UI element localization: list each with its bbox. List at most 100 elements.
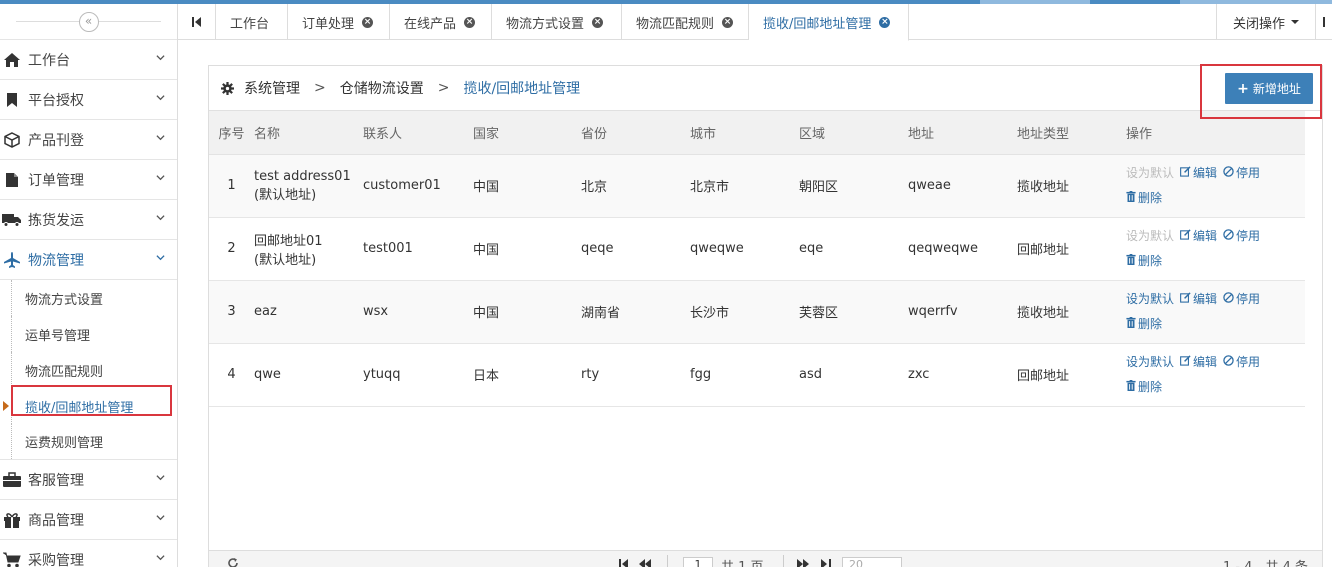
disable-link[interactable]: 停用 — [1223, 355, 1260, 369]
cell-name: qwe — [254, 343, 363, 407]
tab-shipping-methods[interactable]: 物流方式设置 × — [492, 4, 622, 40]
tab-close-icon[interactable]: × — [362, 16, 374, 28]
delete-link[interactable]: 删除 — [1126, 316, 1162, 331]
cell-contact: ytuqq — [363, 343, 473, 407]
cell-city: 长沙市 — [690, 280, 799, 344]
chevron-down-icon — [156, 475, 165, 481]
sidebar-item-goods[interactable]: 商品管理 — [0, 500, 177, 540]
default-address-tag: (默认地址) — [254, 187, 317, 203]
submenu-item-matching-rules[interactable]: 物流匹配规则 — [0, 352, 177, 388]
cell-address: wqerrfv — [908, 280, 1017, 344]
set-default-link[interactable]: 设为默认 — [1126, 292, 1174, 306]
close-operations-dropdown[interactable]: 关闭操作 — [1216, 4, 1316, 40]
chevron-down-icon — [156, 215, 165, 221]
col-header-province: 省份 — [581, 111, 690, 155]
cell-province: rty — [581, 343, 690, 407]
trash-icon — [1126, 312, 1136, 337]
page-size-select[interactable]: 20 — [842, 557, 902, 567]
submenu-item-freight-rules[interactable]: 运费规则管理 — [0, 424, 177, 460]
cell-name-text: qwe — [254, 367, 281, 382]
edit-link[interactable]: 编辑 — [1180, 166, 1217, 180]
trash-icon — [1126, 186, 1136, 211]
delete-link[interactable]: 删除 — [1126, 253, 1163, 268]
tab-workbench[interactable]: 工作台 — [216, 4, 288, 40]
tab-close-icon[interactable]: × — [722, 16, 734, 28]
disable-link[interactable]: 停用 — [1223, 166, 1260, 180]
sidebar-item-workbench[interactable]: 工作台 — [0, 40, 177, 80]
sidebar-item-label: 采购管理 — [28, 552, 84, 567]
bookmark-icon — [2, 91, 22, 109]
tab-order-processing[interactable]: 订单处理 × — [288, 4, 390, 40]
submenu-item-label: 物流方式设置 — [25, 292, 104, 308]
sidebar: « 工作台 平台授权 产品刊登 订单管理 拣货发运 物流管理 物流方式设置 运单… — [0, 4, 178, 567]
tab-scroll-left-button[interactable] — [178, 4, 216, 40]
breadcrumb-root[interactable]: 系统管理 — [244, 78, 300, 98]
tab-address-management[interactable]: 揽收/回邮地址管理 × — [749, 4, 909, 41]
pager-divider — [783, 555, 784, 567]
tab-close-icon[interactable]: × — [879, 16, 891, 28]
delete-link-label: 删除 — [1138, 253, 1163, 268]
chevron-down-icon — [156, 175, 165, 181]
tab-online-products[interactable]: 在线产品 × — [390, 4, 492, 40]
cell-city: 北京市 — [690, 154, 799, 218]
selected-marker-icon — [3, 401, 9, 411]
tab-close-icon[interactable]: × — [592, 16, 604, 28]
sidebar-item-label: 工作台 — [28, 52, 70, 69]
next-page-icon[interactable] — [797, 558, 809, 567]
prev-page-icon[interactable] — [639, 558, 651, 567]
page-number-input[interactable]: 1 — [683, 557, 713, 567]
sidebar-item-logistics[interactable]: 物流管理 — [0, 240, 177, 280]
sidebar-item-label: 平台授权 — [28, 92, 84, 109]
cell-contact: customer01 — [363, 154, 473, 218]
sidebar-item-product-listing[interactable]: 产品刊登 — [0, 120, 177, 160]
edit-link[interactable]: 编辑 — [1180, 229, 1217, 243]
sidebar-item-orders[interactable]: 订单管理 — [0, 160, 177, 200]
disable-link-label: 停用 — [1236, 228, 1261, 243]
breadcrumb-separator: > — [437, 80, 450, 96]
sidebar-item-picking-shipping[interactable]: 拣货发运 — [0, 200, 177, 240]
cell-contact: wsx — [363, 280, 473, 344]
tab-matching-rules[interactable]: 物流匹配规则 × — [622, 4, 749, 40]
tab-scroll-right-button[interactable] — [1316, 4, 1332, 40]
tab-label: 揽收/回邮地址管理 — [763, 16, 872, 32]
col-header-type: 地址类型 — [1017, 111, 1126, 155]
breadcrumb-current: 揽收/回邮地址管理 — [463, 81, 581, 97]
delete-link[interactable]: 删除 — [1126, 379, 1162, 394]
disable-link-label: 停用 — [1236, 165, 1261, 180]
col-header-name: 名称 — [254, 111, 363, 155]
step-backward-icon — [191, 17, 201, 27]
breadcrumb-mid[interactable]: 仓储物流设置 — [340, 78, 424, 98]
edit-link[interactable]: 编辑 — [1180, 292, 1217, 306]
refresh-icon[interactable] — [227, 557, 239, 567]
disable-link[interactable]: 停用 — [1223, 229, 1260, 243]
cell-district: 芙蓉区 — [799, 280, 908, 344]
edit-link[interactable]: 编辑 — [1180, 355, 1217, 369]
sidebar-item-customer-service[interactable]: 客服管理 — [0, 460, 177, 500]
cell-no: 3 — [209, 280, 254, 344]
delete-link[interactable]: 删除 — [1126, 190, 1162, 205]
collapse-sidebar-button[interactable]: « — [78, 11, 99, 32]
content-panel: 系统管理 > 仓储物流设置 > 揽收/回邮地址管理 + 新增地址 序号 名称 联系… — [208, 65, 1323, 567]
chevron-down-icon — [156, 95, 165, 101]
tab-close-icon[interactable]: × — [464, 16, 476, 28]
submenu-item-shipping-methods[interactable]: 物流方式设置 — [0, 280, 177, 316]
last-page-icon[interactable] — [821, 558, 831, 567]
cell-address: qweae — [908, 154, 1017, 218]
pagination-bar: 1 共 1 页 20 1 - 4 共 4 条 — [208, 550, 1323, 567]
first-page-icon[interactable] — [619, 558, 629, 567]
ban-icon — [1223, 161, 1234, 186]
set-default-link[interactable]: 设为默认 — [1126, 355, 1174, 369]
submenu-item-tracking-numbers[interactable]: 运单号管理 — [0, 316, 177, 352]
cell-actions: 设为默认 编辑 停用删除 — [1126, 280, 1305, 344]
disable-link-label: 停用 — [1236, 291, 1261, 306]
chevron-down-icon — [156, 255, 165, 261]
gift-icon — [2, 511, 22, 529]
disable-link[interactable]: 停用 — [1223, 292, 1260, 306]
sidebar-item-platform-auth[interactable]: 平台授权 — [0, 80, 177, 120]
set-default-link-label: 设为默认 — [1126, 354, 1175, 369]
submenu-item-label: 运单号管理 — [25, 328, 91, 344]
page-count-text: 共 1 页 — [721, 556, 764, 567]
file-icon — [2, 171, 22, 189]
sidebar-item-purchasing[interactable]: 采购管理 — [0, 540, 177, 567]
tab-label: 在线产品 — [404, 16, 457, 32]
